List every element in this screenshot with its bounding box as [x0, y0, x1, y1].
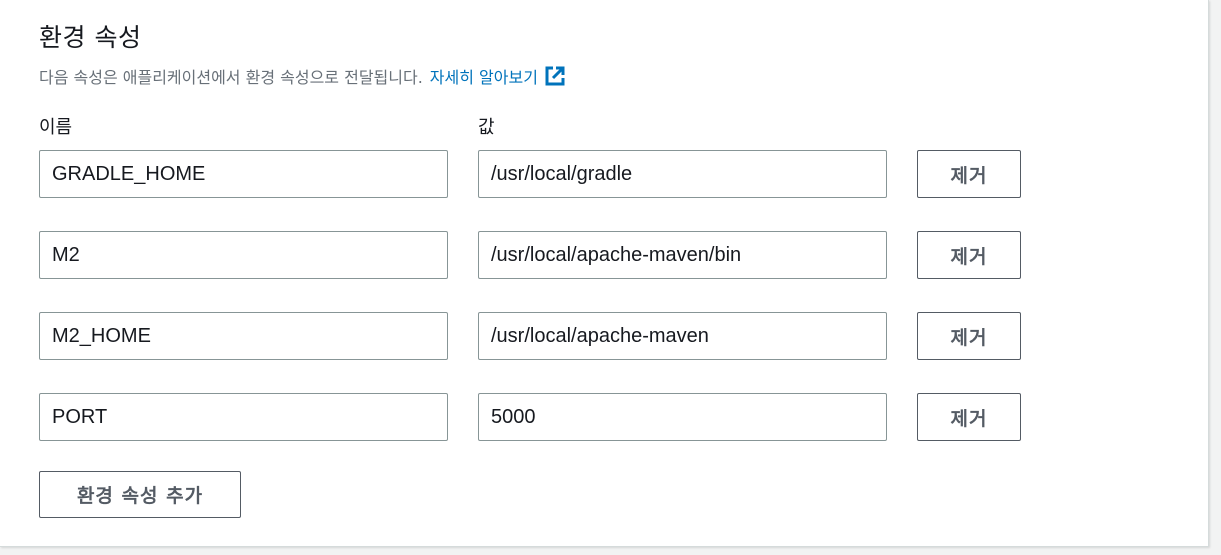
remove-button[interactable]: 제거	[917, 312, 1021, 360]
remove-button[interactable]: 제거	[917, 393, 1021, 441]
name-column-label: 이름	[39, 117, 73, 138]
add-environment-property-button[interactable]: 환경 속성 추가	[39, 471, 241, 518]
property-name-input[interactable]: PORT	[39, 393, 448, 441]
learn-more-link[interactable]: 자세히 알아보기	[430, 64, 538, 88]
property-name-input[interactable]: M2	[39, 231, 448, 279]
property-value-input[interactable]: /usr/local/gradle	[478, 150, 887, 198]
external-link-icon[interactable]	[544, 65, 566, 87]
property-value-input[interactable]: /usr/local/apache-maven/bin	[478, 231, 887, 279]
property-value-input[interactable]: /usr/local/apache-maven	[478, 312, 887, 360]
section-title: 환경 속성	[39, 23, 142, 52]
section-description-row: 다음 속성은 애플리케이션에서 환경 속성으로 전달됩니다. 자세히 알아보기	[39, 64, 566, 88]
property-value-input[interactable]: 5000	[478, 393, 887, 441]
remove-button[interactable]: 제거	[917, 150, 1021, 198]
property-name-input[interactable]: GRADLE_HOME	[39, 150, 448, 198]
property-name-input[interactable]: M2_HOME	[39, 312, 448, 360]
remove-button[interactable]: 제거	[917, 231, 1021, 279]
value-column-label: 값	[478, 117, 495, 138]
section-description: 다음 속성은 애플리케이션에서 환경 속성으로 전달됩니다.	[39, 68, 423, 87]
environment-properties-panel: 환경 속성 다음 속성은 애플리케이션에서 환경 속성으로 전달됩니다. 자세히…	[0, 0, 1209, 547]
